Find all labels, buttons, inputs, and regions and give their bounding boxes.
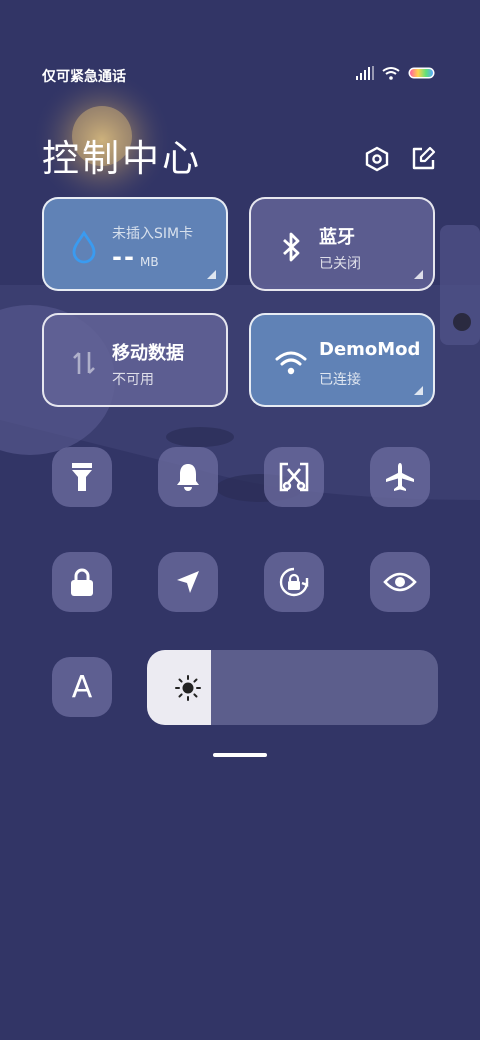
mobile-data-status: 不可用	[112, 372, 154, 388]
sun-icon	[175, 675, 201, 701]
status-icons	[356, 66, 436, 80]
water-drop-icon	[66, 229, 102, 265]
page-title: 控制中心	[42, 137, 202, 180]
flashlight-icon	[72, 463, 92, 491]
mobile-data-tile[interactable]: 移动数据 不可用	[42, 313, 228, 407]
wifi-icon	[273, 345, 309, 381]
expand-corner-icon	[207, 270, 216, 279]
bell-icon	[177, 464, 199, 491]
wifi-network-name: DemoMode	[319, 339, 421, 360]
reading-mode-button[interactable]	[370, 552, 430, 612]
letter-a-icon: A	[71, 669, 93, 705]
data-arrows-icon	[66, 345, 102, 381]
rotation-lock-button[interactable]	[264, 552, 324, 612]
scissors-icon	[279, 462, 309, 492]
lock-screen-button[interactable]	[52, 552, 112, 612]
wifi-icon	[382, 67, 400, 80]
expand-corner-icon	[414, 270, 423, 279]
expand-corner-icon	[414, 386, 423, 395]
edit-icon[interactable]	[408, 144, 438, 174]
bluetooth-status: 已关闭	[319, 256, 361, 272]
airplane-button[interactable]	[370, 447, 430, 507]
wifi-tile[interactable]: DemoMode 已连接	[249, 313, 435, 407]
signal-icon	[356, 66, 374, 80]
data-usage-tile[interactable]: 未插入SIM卡 -- MB	[42, 197, 228, 291]
bluetooth-icon	[273, 229, 309, 265]
location-button[interactable]	[158, 552, 218, 612]
rotation-lock-icon	[279, 567, 309, 597]
settings-icon[interactable]	[362, 144, 392, 174]
data-usage-unit: MB	[140, 255, 159, 269]
carrier-status-text: 仅可紧急通话	[42, 69, 126, 85]
eye-icon	[383, 572, 417, 592]
data-usage-label: 未插入SIM卡	[112, 226, 194, 242]
location-arrow-icon	[177, 571, 199, 593]
battery-icon	[408, 67, 435, 79]
lock-icon	[71, 568, 93, 596]
wifi-status: 已连接	[319, 372, 361, 388]
auto-brightness-button[interactable]: A	[52, 657, 112, 717]
home-indicator[interactable]	[213, 753, 267, 757]
data-usage-value: --	[112, 243, 136, 271]
ring-button[interactable]	[158, 447, 218, 507]
brightness-slider[interactable]	[147, 650, 438, 725]
screenshot-button[interactable]	[264, 447, 324, 507]
bluetooth-tile[interactable]: 蓝牙 已关闭	[249, 197, 435, 291]
mobile-data-label: 移动数据	[112, 343, 184, 364]
flashlight-button[interactable]	[52, 447, 112, 507]
airplane-icon	[386, 463, 414, 491]
bluetooth-label: 蓝牙	[319, 227, 355, 248]
